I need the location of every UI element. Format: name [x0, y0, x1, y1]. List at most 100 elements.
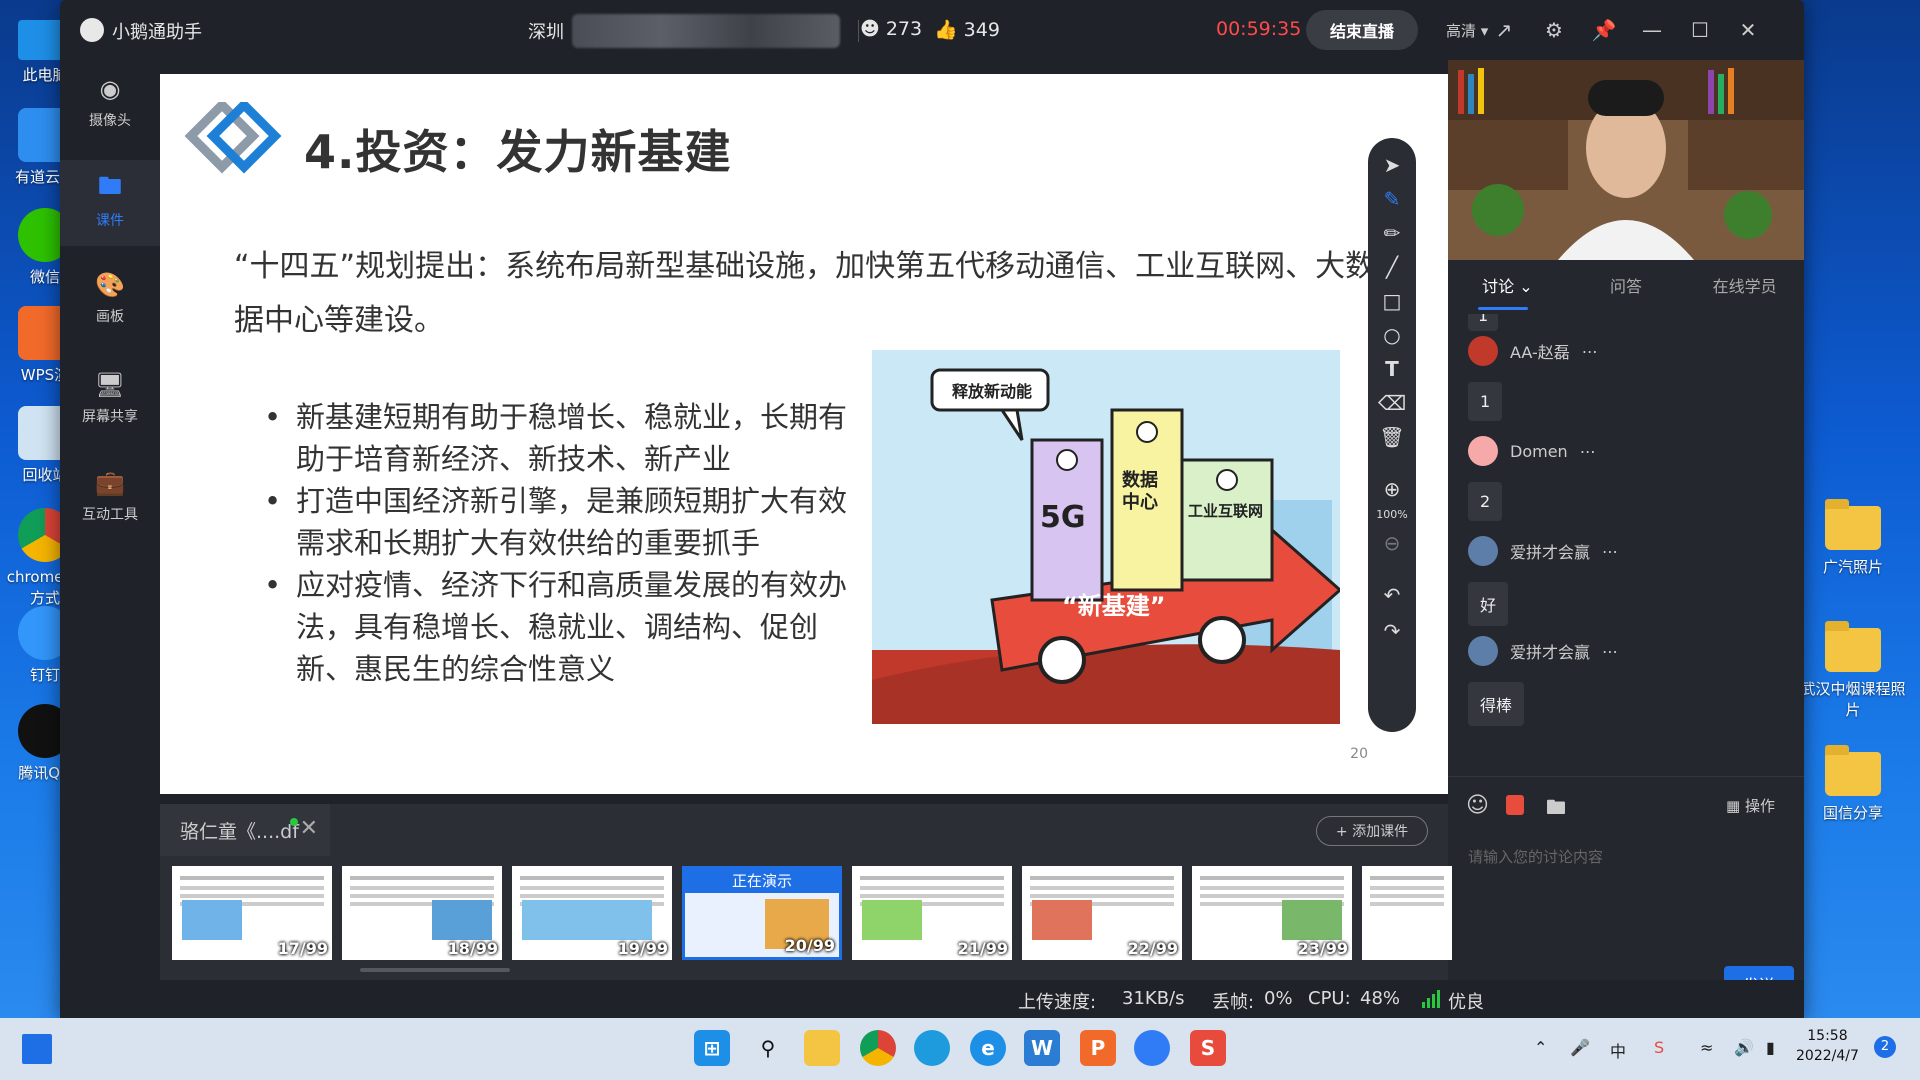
discussion-input[interactable]: 请输入您的讨论内容 [1468, 846, 1603, 867]
sidebar-item-camera[interactable]: ◉ 摄像头 [60, 60, 160, 146]
wifi-icon[interactable]: ≈ [1700, 1038, 1713, 1057]
thumbnail-23[interactable]: 23/99 [1192, 866, 1352, 960]
wps-presentation-icon[interactable]: P [1080, 1030, 1116, 1066]
avatar [1468, 636, 1498, 666]
quality-dropdown[interactable]: 高清 ▾ [1446, 20, 1488, 41]
ime-indicator[interactable]: 中 [1610, 1038, 1626, 1062]
like-count: 👍 349 [934, 18, 1000, 42]
discussion-panel: 讨论 ⌄ 问答 在线学员 1 AA-赵磊 ⋯ 1 Domen ⋯ 2 爱拼才会赢… [1448, 260, 1804, 1018]
message-author: Domen ⋯ [1468, 436, 1596, 466]
grid-icon: ▦ [1726, 797, 1741, 815]
cartoon-data-center-label: 数据中心 [1122, 470, 1158, 513]
thumbnail-21[interactable]: 21/99 [852, 866, 1012, 960]
line-icon[interactable]: ╱ [1368, 252, 1416, 282]
signal-icon [1422, 990, 1440, 1008]
edge-icon[interactable] [914, 1030, 950, 1066]
sidebar-item-screen-share[interactable]: 🖥 屏幕共享 [60, 356, 160, 442]
search-icon[interactable]: ⚲ [750, 1030, 786, 1066]
end-live-button[interactable]: 结束直播 [1306, 10, 1418, 50]
courseware-file-tab[interactable]: 骆仁童《....df ✕ [160, 804, 330, 856]
tab-online-students[interactable]: 在线学员 [1685, 260, 1804, 314]
message-bubble: 好 [1468, 582, 1509, 626]
zoom-out-icon[interactable]: ⊖ [1368, 528, 1416, 558]
frame-loss-label: 丢帧: [1212, 992, 1255, 1013]
more-icon[interactable]: ⋯ [1602, 542, 1618, 561]
tab-discussion[interactable]: 讨论 ⌄ [1448, 260, 1567, 314]
red-packet-icon[interactable] [1506, 795, 1524, 815]
slide-page-number: 20 [1350, 746, 1368, 762]
desktop-widget-icon[interactable] [22, 1034, 52, 1064]
chevron-up-icon[interactable]: ⌃ [1534, 1038, 1547, 1057]
volume-icon[interactable]: 🔊 [1734, 1038, 1754, 1057]
desktop-folder-gac-photos[interactable]: 广汽照片 [1808, 499, 1898, 577]
wps-icon[interactable]: S [1190, 1030, 1226, 1066]
chat-list[interactable]: 1 AA-赵磊 ⋯ 1 Domen ⋯ 2 爱拼才会赢 ⋯ 好 爱拼才会赢 ⋯ … [1448, 314, 1804, 774]
bullet-item: 打造中国经济新引擎，是兼顾短期扩大有效需求和长期扩大有效供给的重要抓手 [264, 480, 854, 564]
tab-qa[interactable]: 问答 [1567, 260, 1686, 314]
operate-button[interactable]: ▦ 操作 [1726, 795, 1775, 816]
chat-toolbar: ☺ 🖿 ▦ 操作 [1448, 776, 1804, 836]
battery-icon[interactable]: ▮ [1766, 1038, 1775, 1057]
close-icon[interactable]: ✕ [1734, 16, 1762, 44]
thumbnail-22[interactable]: 22/99 [1022, 866, 1182, 960]
thumbnail-number: 21/99 [957, 939, 1008, 958]
minimize-icon[interactable]: — [1638, 16, 1666, 44]
upload-speed-label: 上传速度: [1018, 992, 1097, 1013]
word-icon[interactable]: W [1024, 1030, 1060, 1066]
more-icon[interactable]: ⋯ [1580, 442, 1596, 461]
undo-icon[interactable]: ↶ [1368, 580, 1416, 610]
system-clock[interactable]: 15:58 2022/4/7 [1796, 1026, 1859, 1066]
pointer-icon[interactable]: ➤ [1368, 150, 1416, 180]
microphone-icon[interactable]: 🎤 [1570, 1038, 1590, 1057]
desktop-folder-wuhan-tobacco[interactable]: 武汉中烟课程照片 [1800, 621, 1906, 720]
folder-icon[interactable]: 🖿 [1546, 793, 1566, 827]
sidebar-item-interactive-tools[interactable]: 💼 互动工具 [60, 454, 160, 540]
thumbnail-scrollbar[interactable] [360, 968, 510, 972]
thumbnail-20-current[interactable]: 正在演示 20/99 [682, 866, 842, 960]
clock-time: 15:58 [1807, 1028, 1848, 1044]
status-dot [290, 818, 298, 826]
close-icon[interactable]: ✕ [300, 816, 318, 841]
file-explorer-icon[interactable] [804, 1030, 840, 1066]
camera-preview [1448, 60, 1804, 260]
live-assistant-window: 小鹅通助手 深圳 ☻ 273 👍 349 00:59:35 结束直播 高清 ▾ … [60, 0, 1804, 1018]
zoom-in-icon[interactable]: ⊕ [1368, 474, 1416, 504]
thumbnail-17[interactable]: 17/99 [172, 866, 332, 960]
avatar [1468, 336, 1498, 366]
rectangle-icon[interactable]: □ [1368, 286, 1416, 316]
thumbnail-number: 20/99 [784, 936, 835, 955]
laser-pen-icon[interactable]: ✎ [1368, 184, 1416, 214]
add-courseware-button[interactable]: + 添加课件 [1316, 816, 1428, 846]
emoji-icon[interactable]: ☺ [1466, 793, 1489, 818]
camera-icon: ◉ [99, 75, 121, 103]
pin-icon[interactable]: 📌 [1590, 16, 1618, 44]
xiaoetong-icon[interactable] [1134, 1030, 1170, 1066]
thumbnail-19[interactable]: 19/99 [512, 866, 672, 960]
sogou-icon[interactable]: S [1654, 1038, 1664, 1057]
message-bubble: 2 [1468, 482, 1503, 521]
more-icon[interactable]: ⋯ [1582, 342, 1598, 361]
windows-start-icon[interactable]: ⊞ [694, 1030, 730, 1066]
ie-icon[interactable]: e [970, 1030, 1006, 1066]
chrome-icon[interactable] [860, 1030, 896, 1066]
share-icon[interactable]: ↗ [1490, 16, 1518, 44]
message-author: 爱拼才会赢 ⋯ [1468, 536, 1618, 566]
notification-badge[interactable]: 2 [1874, 1036, 1896, 1058]
eraser-icon[interactable]: ⌫ [1368, 388, 1416, 418]
maximize-icon[interactable]: ☐ [1686, 16, 1714, 44]
thumbnail-24[interactable] [1362, 866, 1452, 960]
pencil-icon[interactable]: ✏ [1368, 218, 1416, 248]
thumbnail-18[interactable]: 18/99 [342, 866, 502, 960]
app-logo-icon [80, 18, 104, 42]
trash-icon[interactable]: 🗑 [1368, 422, 1416, 452]
sidebar-item-courseware[interactable]: 🖿 课件 [60, 160, 160, 246]
slide-canvas[interactable]: 4.投资：发力新基建 “十四五”规划提出：系统布局新型基础设施，加快第五代移动通… [160, 74, 1448, 794]
sidebar-item-whiteboard[interactable]: 🎨 画板 [60, 256, 160, 342]
redo-icon[interactable]: ↷ [1368, 616, 1416, 646]
desktop-folder-guoxin-share[interactable]: 国信分享 [1808, 745, 1898, 823]
clock-date: 2022/4/7 [1796, 1048, 1859, 1064]
text-tool-icon[interactable]: T [1368, 354, 1416, 384]
more-icon[interactable]: ⋯ [1602, 642, 1618, 661]
circle-icon[interactable]: ○ [1368, 320, 1416, 350]
settings-icon[interactable]: ⚙ [1540, 16, 1568, 44]
